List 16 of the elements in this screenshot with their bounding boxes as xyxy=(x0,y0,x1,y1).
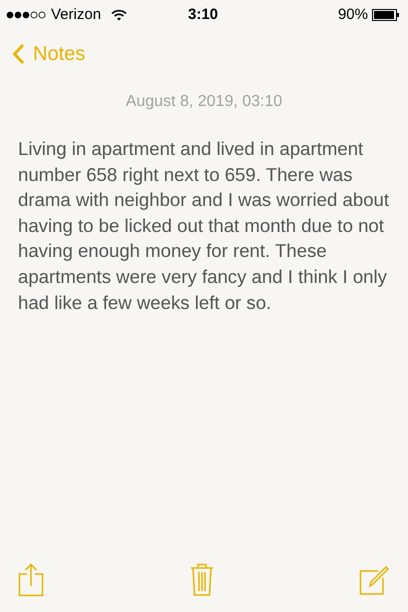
wifi-icon xyxy=(111,9,128,21)
battery-icon xyxy=(372,9,400,21)
signal-icon xyxy=(6,11,47,19)
trash-icon xyxy=(190,563,214,597)
time: 3:10 xyxy=(188,4,218,25)
chevron-left-icon xyxy=(12,43,25,65)
share-icon xyxy=(18,563,44,597)
note-date: August 8, 2019, 03:10 xyxy=(124,92,284,112)
compose-button[interactable] xyxy=(359,564,390,596)
back-button[interactable]: Notes xyxy=(12,39,86,69)
carrier-name: Verizon xyxy=(51,4,102,25)
battery-percent: 90% xyxy=(338,4,368,25)
note-text: Living in apartment and lived in apartment number 658 right next to 659. There was drama with neighbor and I was worried about having to be licked out that month due to not having enough money for rent. These apartments were very fancy and I think I only had like a few weeks left or so. xyxy=(17,137,390,315)
delete-button[interactable] xyxy=(190,563,214,597)
share-button[interactable] xyxy=(18,563,44,597)
compose-icon xyxy=(359,564,390,596)
